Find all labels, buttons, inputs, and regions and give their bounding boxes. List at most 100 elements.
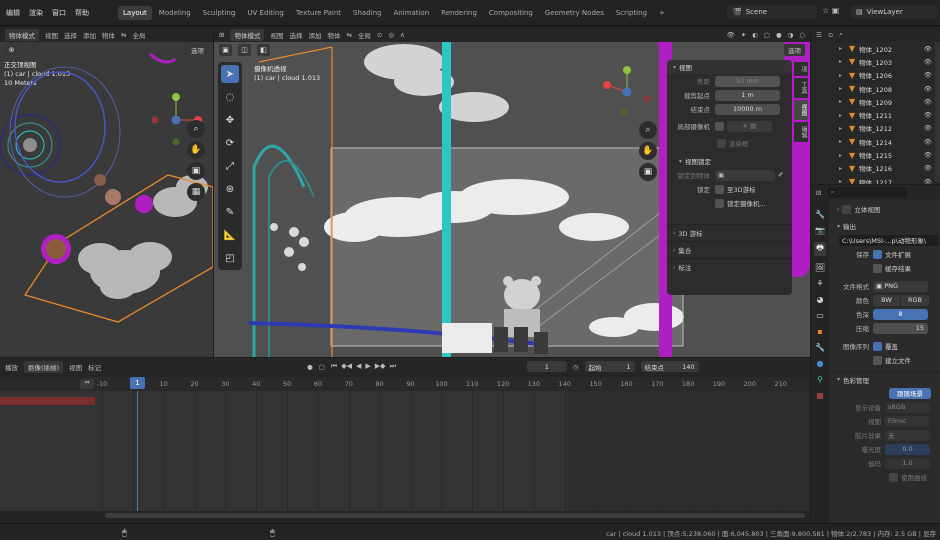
- lock-cursor-checkbox[interactable]: [715, 184, 724, 194]
- lock-camera-checkbox[interactable]: [715, 198, 724, 208]
- outliner-row[interactable]: ▸ ▼ 物体_1212 👁: [811, 122, 940, 135]
- visibility-eye-icon[interactable]: 👁: [924, 45, 932, 53]
- move-tool-icon[interactable]: ✥: [221, 111, 239, 129]
- shading-rendered-icon[interactable]: ○: [799, 31, 805, 39]
- color-management-header[interactable]: ▾ 色彩管理: [831, 372, 940, 386]
- outliner-filter-icon[interactable]: ⊙: [828, 31, 833, 39]
- collection-tab-icon[interactable]: ▭: [816, 311, 824, 320]
- scene-selector[interactable]: 🎬 Scene: [727, 5, 817, 19]
- view-layer-selector[interactable]: ▤ ViewLayer: [850, 5, 938, 19]
- outliner-row[interactable]: ▸ ▼ 物体_1209 👁: [811, 95, 940, 108]
- stereoscopy-checkbox[interactable]: [842, 204, 852, 214]
- local-camera-field[interactable]: ✕ ▤: [727, 120, 772, 132]
- display-device-field[interactable]: sRGB: [885, 401, 930, 413]
- stereoscopy-panel[interactable]: › 立体视图: [831, 202, 940, 216]
- expand-arrow-icon[interactable]: ▸: [839, 98, 842, 105]
- view-transform-field[interactable]: Filmic: [885, 415, 930, 427]
- side-tab-tool[interactable]: 工具: [794, 78, 808, 98]
- clock-icon[interactable]: ◷: [573, 363, 579, 371]
- snap-icon[interactable]: ⊙: [377, 31, 382, 39]
- visibility-eye-icon[interactable]: 👁: [924, 58, 932, 66]
- expand-arrow-icon[interactable]: ▸: [839, 72, 842, 79]
- particles-tab-icon[interactable]: ●: [817, 359, 824, 368]
- start-frame-field[interactable]: 起始 1: [584, 361, 635, 372]
- cursor-section[interactable]: › 3D 游标: [667, 224, 792, 241]
- side-tab-view[interactable]: 视图: [794, 100, 808, 120]
- tool-tab-icon[interactable]: 🔧: [815, 210, 825, 219]
- frame-ruler[interactable]: ⇔ -1011020304050607080901001101201301401…: [0, 377, 810, 391]
- expand-arrow-icon[interactable]: ▸: [839, 138, 842, 145]
- side-tab-item[interactable]: 项: [794, 62, 808, 76]
- object-tab-icon[interactable]: ▪: [817, 327, 822, 336]
- timeline-scrollbar[interactable]: [105, 513, 805, 518]
- outliner-row[interactable]: ▸ ▼ 物体_1203 👁: [811, 55, 940, 68]
- outliner-row[interactable]: ▸ ▼ 物体_1206 👁: [811, 69, 940, 82]
- tab-modeling[interactable]: Modeling: [154, 6, 196, 20]
- expand-arrow-icon[interactable]: ▸: [839, 112, 842, 119]
- timeline-menu-playback[interactable]: 播放: [5, 362, 18, 372]
- output-tab-icon[interactable]: 🖶: [814, 242, 826, 256]
- look-field[interactable]: 无: [885, 429, 930, 441]
- color-depth-button[interactable]: 8: [873, 308, 928, 320]
- record-icon[interactable]: ●: [307, 363, 313, 371]
- visibility-icon[interactable]: 👁: [726, 31, 734, 39]
- timeline-menu-view[interactable]: 视图: [69, 362, 82, 372]
- shading-solid-icon[interactable]: ●: [776, 31, 782, 39]
- clip-start-field[interactable]: 1 m: [715, 89, 780, 101]
- camera-menu-object[interactable]: 物体: [327, 30, 340, 40]
- visibility-eye-icon[interactable]: 👁: [924, 138, 932, 146]
- outliner-row[interactable]: ▸ ▼ 物体_1211 👁: [811, 108, 940, 121]
- outliner-search-icon[interactable]: ⌕: [839, 30, 843, 39]
- current-frame-field[interactable]: 1: [526, 361, 567, 372]
- render-region-checkbox[interactable]: [717, 138, 726, 148]
- jump-end-icon[interactable]: ⏭: [390, 362, 396, 371]
- camera-zoom-icon[interactable]: ⌕: [639, 121, 657, 139]
- texture-tab-icon[interactable]: ▦: [816, 391, 824, 400]
- side-tab-edit[interactable]: 编辑: [794, 122, 808, 142]
- select-box-icon[interactable]: ▣: [219, 43, 232, 56]
- pin-icon[interactable]: ☆ ▣: [822, 6, 839, 15]
- camera-menu-select[interactable]: 选择: [289, 30, 302, 40]
- prev-key-icon[interactable]: ◆◀: [341, 362, 352, 371]
- cache-result-checkbox[interactable]: [873, 263, 882, 273]
- falloff-icon[interactable]: ∧: [400, 31, 405, 39]
- play-icon[interactable]: ▶: [365, 362, 370, 371]
- camera-menu-view[interactable]: 视图: [270, 30, 283, 40]
- camera-toggle-icon[interactable]: ▣: [639, 163, 657, 181]
- tab-sculpting[interactable]: Sculpting: [198, 6, 241, 20]
- tab-scripting[interactable]: Scripting: [611, 6, 652, 20]
- menu-window[interactable]: 窗口: [52, 8, 66, 18]
- expand-arrow-icon[interactable]: ▸: [839, 178, 842, 184]
- visibility-eye-icon[interactable]: 👁: [924, 151, 932, 159]
- camera-view-icon[interactable]: ▣: [187, 162, 205, 180]
- render-tab-icon[interactable]: 📷: [815, 226, 825, 235]
- playhead-frame-label[interactable]: 1: [130, 377, 145, 389]
- tab-animation[interactable]: Animation: [388, 6, 434, 20]
- pan-hand-icon[interactable]: ✋: [187, 141, 205, 159]
- proportional-icon[interactable]: ◎: [388, 31, 394, 39]
- outliner-row[interactable]: ▸ ▼ 物体_1216 👁: [811, 162, 940, 175]
- menu-edit[interactable]: 编辑: [6, 8, 20, 18]
- outliner-row[interactable]: ▸ ▼ 物体_1214 👁: [811, 135, 940, 148]
- left-viewport[interactable]: 物体模式 视图 选择 添加 物体 ⇆ 全局 ⊕ 选项 正交顶视图 (1) car…: [0, 27, 213, 357]
- file-ext-checkbox[interactable]: [873, 249, 882, 259]
- menu-render[interactable]: 渲染: [29, 8, 43, 18]
- transform-tool-icon[interactable]: ⊛: [221, 180, 239, 198]
- timeline-menu-marker[interactable]: 标记: [88, 362, 101, 372]
- output-path-field[interactable]: C:\Users\MSI-...p\动物形象\: [839, 234, 939, 246]
- keying-set-icon[interactable]: ▢: [319, 363, 325, 371]
- outliner-row[interactable]: ▸ ▼ 物体_1217 👁: [811, 175, 940, 184]
- properties-search-input[interactable]: ⌕: [827, 187, 908, 198]
- outliner-row[interactable]: ▸ ▼ 物体_1208 👁: [811, 82, 940, 95]
- view-lock-header[interactable]: ▾ 视图锁定: [667, 154, 792, 168]
- end-frame-field[interactable]: 结束点 140: [640, 361, 699, 372]
- scene-tab-icon[interactable]: ⚘: [816, 279, 823, 288]
- expand-arrow-icon[interactable]: ▸: [839, 85, 842, 92]
- exposure-field[interactable]: 0.0: [885, 443, 930, 455]
- rotate-tool-icon[interactable]: ⟳: [221, 134, 239, 152]
- annotation-section[interactable]: › 标注: [667, 258, 792, 275]
- shading-material-icon[interactable]: ◑: [788, 31, 794, 39]
- tab-texture-paint[interactable]: Texture Paint: [291, 6, 346, 20]
- expand-arrow-icon[interactable]: ▸: [839, 165, 842, 172]
- view-section-header[interactable]: ▾ 视图: [667, 60, 792, 74]
